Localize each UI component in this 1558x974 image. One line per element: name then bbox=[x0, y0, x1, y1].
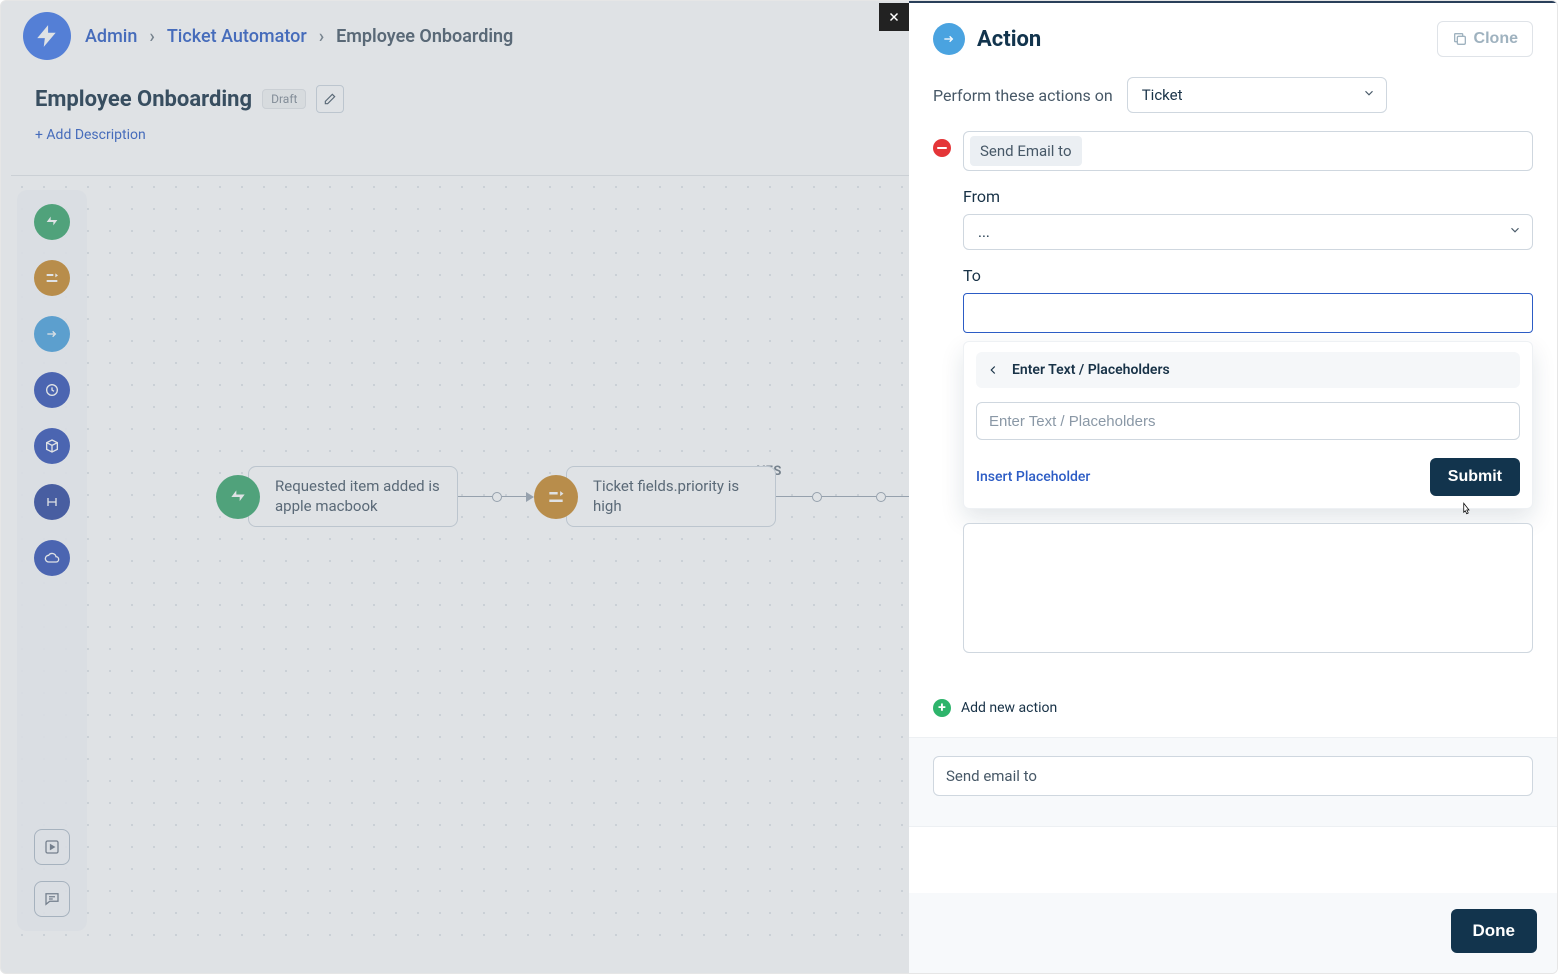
breadcrumb-automator[interactable]: Ticket Automator bbox=[167, 26, 307, 47]
action-summary-input[interactable]: Send email to bbox=[933, 756, 1533, 796]
perform-target-select[interactable]: Ticket bbox=[1127, 77, 1387, 113]
palette-flow-icon[interactable] bbox=[34, 484, 70, 520]
insert-placeholder-link[interactable]: Insert Placeholder bbox=[976, 469, 1090, 485]
from-label: From bbox=[963, 187, 1533, 206]
message-body-area[interactable] bbox=[963, 523, 1533, 653]
to-label: To bbox=[963, 266, 1533, 285]
condition-node-label: Ticket fields.priority is high bbox=[566, 466, 776, 527]
action-type-field[interactable]: Send Email to bbox=[963, 131, 1533, 171]
app-logo-icon bbox=[23, 12, 71, 60]
action-config-block: Send Email to From ... To Enter Text / P… bbox=[933, 131, 1533, 653]
action-type-chip: Send Email to bbox=[970, 136, 1082, 166]
node-palette-rail bbox=[17, 190, 87, 931]
from-value: ... bbox=[978, 223, 990, 241]
chevron-down-icon bbox=[1508, 223, 1522, 241]
action-icon bbox=[933, 23, 965, 55]
edit-title-button[interactable] bbox=[316, 85, 344, 113]
palette-cloud-icon[interactable] bbox=[34, 540, 70, 576]
clone-label: Clone bbox=[1474, 30, 1518, 48]
event-node[interactable]: Requested item added is apple macbook bbox=[216, 466, 458, 527]
placeholder-input[interactable] bbox=[976, 402, 1520, 440]
palette-timer-icon[interactable] bbox=[34, 372, 70, 408]
palette-chat-icon[interactable] bbox=[34, 881, 70, 917]
chevron-right-icon: › bbox=[149, 26, 154, 47]
action-side-panel: Action Clone Perform these actions on Ti… bbox=[909, 1, 1557, 973]
add-action-row[interactable]: + Add new action bbox=[909, 685, 1557, 737]
connector bbox=[776, 492, 930, 502]
close-panel-button[interactable] bbox=[879, 3, 909, 31]
plus-icon: + bbox=[933, 699, 951, 717]
breadcrumb-admin[interactable]: Admin bbox=[85, 26, 137, 47]
event-node-icon bbox=[216, 475, 260, 519]
dropdown-back-button[interactable]: Enter Text / Placeholders bbox=[976, 352, 1520, 388]
clone-button[interactable]: Clone bbox=[1437, 21, 1533, 57]
add-action-label: Add new action bbox=[961, 700, 1057, 716]
cursor-pointer-icon bbox=[1457, 501, 1475, 519]
palette-play-icon[interactable] bbox=[34, 829, 70, 865]
panel-footer: Done bbox=[909, 893, 1557, 973]
palette-action-icon[interactable] bbox=[34, 316, 70, 352]
breadcrumb-current: Employee Onboarding bbox=[336, 26, 513, 47]
action-summary-section: Send email to bbox=[909, 737, 1557, 827]
page-title: Employee Onboarding bbox=[35, 87, 252, 112]
condition-node[interactable]: Ticket fields.priority is high bbox=[534, 466, 776, 527]
connector bbox=[458, 492, 534, 502]
condition-node-icon bbox=[534, 475, 578, 519]
remove-action-icon[interactable] bbox=[933, 139, 951, 157]
perform-row: Perform these actions on Ticket bbox=[909, 67, 1557, 123]
perform-value: Ticket bbox=[1142, 86, 1183, 104]
panel-title-text: Action bbox=[977, 27, 1041, 52]
event-node-label: Requested item added is apple macbook bbox=[248, 466, 458, 527]
status-badge: Draft bbox=[262, 89, 306, 109]
panel-header: Action Clone bbox=[909, 3, 1557, 67]
from-select[interactable]: ... bbox=[963, 214, 1533, 250]
copy-icon bbox=[1452, 31, 1468, 47]
placeholders-dropdown: Enter Text / Placeholders Insert Placeho… bbox=[963, 341, 1533, 509]
workflow-flow: Requested item added is apple macbook Ti… bbox=[216, 466, 1016, 527]
done-button[interactable]: Done bbox=[1451, 909, 1538, 953]
chevron-left-icon bbox=[986, 363, 1000, 377]
chevron-right-icon: › bbox=[319, 26, 324, 47]
chevron-down-icon bbox=[1362, 86, 1376, 104]
palette-event-icon[interactable] bbox=[34, 204, 70, 240]
palette-cube-icon[interactable] bbox=[34, 428, 70, 464]
breadcrumb: Admin › Ticket Automator › Employee Onbo… bbox=[85, 26, 513, 47]
dropdown-title: Enter Text / Placeholders bbox=[1012, 362, 1170, 378]
perform-label: Perform these actions on bbox=[933, 86, 1113, 105]
submit-button[interactable]: Submit bbox=[1430, 458, 1520, 496]
palette-condition-icon[interactable] bbox=[34, 260, 70, 296]
to-input[interactable] bbox=[963, 293, 1533, 333]
